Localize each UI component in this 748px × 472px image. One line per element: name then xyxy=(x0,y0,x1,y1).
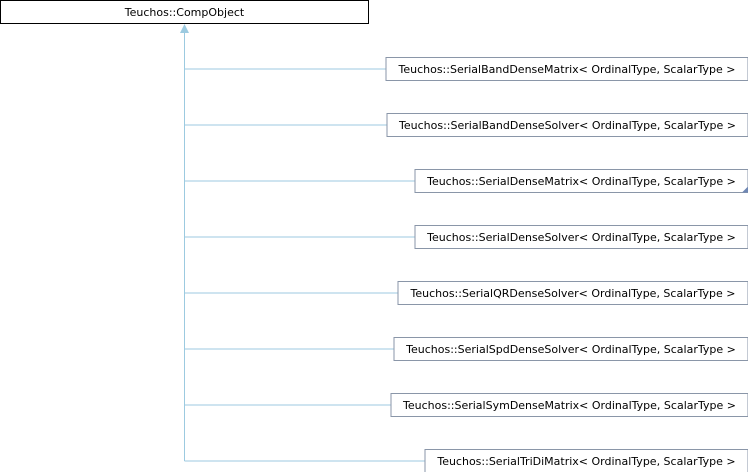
child-node-label: Teuchos::SerialBandDenseSolver< OrdinalT… xyxy=(398,119,736,132)
inheritance-arrow-icon xyxy=(180,24,189,33)
child-node-0[interactable]: Teuchos::SerialBandDenseMatrix< OrdinalT… xyxy=(385,57,748,81)
child-node-label: Teuchos::SerialBandDenseMatrix< OrdinalT… xyxy=(397,63,735,76)
inheritance-diagram: Teuchos::CompObject Teuchos::SerialBandD… xyxy=(0,0,748,472)
child-node-label: Teuchos::SerialSpdDenseSolver< OrdinalTy… xyxy=(405,343,736,356)
inheritance-edges xyxy=(180,24,425,462)
child-nodes: Teuchos::SerialBandDenseMatrix< OrdinalT… xyxy=(385,57,748,472)
child-node-label: Teuchos::SerialSymDenseMatrix< OrdinalTy… xyxy=(402,399,736,412)
child-node-label: Teuchos::SerialTriDiMatrix< OrdinalType,… xyxy=(436,455,735,468)
root-node[interactable]: Teuchos::CompObject xyxy=(0,0,369,24)
child-node-6[interactable]: Teuchos::SerialSymDenseMatrix< OrdinalTy… xyxy=(390,393,748,417)
child-node-4[interactable]: Teuchos::SerialQRDenseSolver< OrdinalTyp… xyxy=(397,281,748,305)
child-node-2[interactable]: Teuchos::SerialDenseMatrix< OrdinalType,… xyxy=(414,169,748,193)
root-node-label: Teuchos::CompObject xyxy=(124,6,245,19)
child-node-7[interactable]: Teuchos::SerialTriDiMatrix< OrdinalType,… xyxy=(424,449,748,472)
child-node-5[interactable]: Teuchos::SerialSpdDenseSolver< OrdinalTy… xyxy=(393,337,748,361)
child-node-label: Teuchos::SerialQRDenseSolver< OrdinalTyp… xyxy=(409,287,735,300)
child-node-label: Teuchos::SerialDenseMatrix< OrdinalType,… xyxy=(426,175,736,188)
child-node-3[interactable]: Teuchos::SerialDenseSolver< OrdinalType,… xyxy=(414,225,748,249)
child-node-1[interactable]: Teuchos::SerialBandDenseSolver< OrdinalT… xyxy=(386,113,748,137)
child-node-label: Teuchos::SerialDenseSolver< OrdinalType,… xyxy=(426,231,736,244)
